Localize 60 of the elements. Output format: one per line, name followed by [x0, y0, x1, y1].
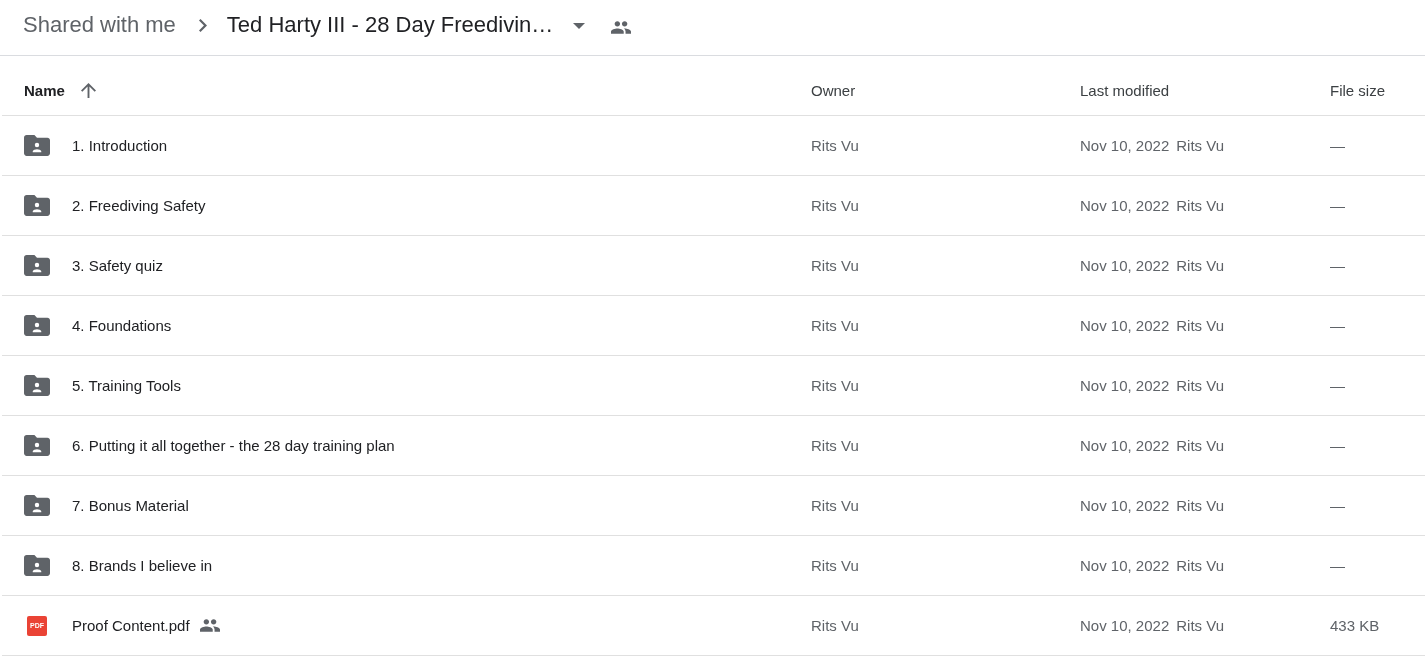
folder-person-icon — [24, 315, 50, 336]
owner-name: Rits Vu — [811, 557, 859, 574]
modifier-name: Rits Vu — [1176, 557, 1225, 574]
folder-person-icon — [24, 495, 50, 516]
file-name[interactable]: 7. Bonus Material — [72, 497, 189, 514]
folder-person-icon — [24, 195, 50, 216]
column-header[interactable]: File size — [1330, 82, 1385, 99]
modifier-name: Rits Vu — [1176, 617, 1225, 634]
modified-date: Nov 10, 2022 — [1080, 377, 1170, 394]
modified-date: Nov 10, 2022 — [1080, 557, 1170, 574]
modified-date: Nov 10, 2022 — [1080, 257, 1170, 274]
folder-person-icon — [24, 135, 50, 156]
file-name[interactable]: 3. Safety quiz — [72, 257, 163, 274]
file-name[interactable]: 4. Foundations — [72, 317, 172, 334]
file-name[interactable]: 8. Brands I believe in — [72, 557, 213, 574]
folder-person-icon — [24, 375, 50, 396]
owner-name: Rits Vu — [811, 497, 859, 514]
file-size: — — [1330, 437, 1345, 454]
file-size: — — [1330, 557, 1345, 574]
modifier-name: Rits Vu — [1176, 437, 1225, 454]
modified-date: Nov 10, 2022 — [1080, 137, 1170, 154]
owner-name: Rits Vu — [811, 257, 859, 274]
file-size: — — [1330, 197, 1345, 214]
file-name[interactable]: Proof Content.pdf — [72, 617, 190, 634]
current-folder-button[interactable]: Ted Harty III - 28 Day Freedivin… — [226, 11, 586, 39]
file-size: — — [1330, 137, 1345, 154]
breadcrumb-link[interactable]: Shared with me — [23, 11, 176, 39]
folder-person-icon — [24, 435, 50, 456]
file-name[interactable]: 6. Putting it all together - the 28 day training plan — [72, 437, 395, 454]
chevron-right-icon — [198, 18, 207, 32]
modified-date: Nov 10, 2022 — [1080, 437, 1170, 454]
owner-name: Rits Vu — [811, 317, 859, 334]
folder-person-icon — [24, 555, 50, 576]
file-name[interactable]: 5. Training Tools — [72, 377, 181, 394]
modifier-name: Rits Vu — [1176, 137, 1225, 154]
owner-name: Rits Vu — [811, 137, 859, 154]
owner-name: Rits Vu — [811, 377, 859, 394]
file-size: — — [1330, 317, 1345, 334]
file-name[interactable]: 2. Freediving Safety — [72, 197, 206, 214]
owner-name: Rits Vu — [811, 197, 859, 214]
column-header[interactable]: Owner — [811, 82, 856, 99]
modifier-name: Rits Vu — [1176, 317, 1225, 334]
owner-name: Rits Vu — [811, 437, 859, 454]
modified-date: Nov 10, 2022 — [1080, 617, 1170, 634]
modified-date: Nov 10, 2022 — [1080, 497, 1170, 514]
modifier-name: Rits Vu — [1176, 257, 1225, 274]
modified-date: Nov 10, 2022 — [1080, 317, 1170, 334]
column-header[interactable]: Last modified — [1080, 82, 1170, 99]
column-header[interactable]: Name — [24, 82, 96, 99]
modifier-name: Rits Vu — [1176, 377, 1225, 394]
file-name[interactable]: 1. Introduction — [72, 137, 168, 154]
file-size: — — [1330, 497, 1345, 514]
modified-date: Nov 10, 2022 — [1080, 197, 1170, 214]
modifier-name: Rits Vu — [1176, 497, 1225, 514]
file-size: — — [1330, 377, 1345, 394]
owner-name: Rits Vu — [811, 617, 859, 634]
modifier-name: Rits Vu — [1176, 197, 1225, 214]
folder-person-icon — [24, 255, 50, 276]
file-size: — — [1330, 257, 1345, 274]
file-size: 433 KB — [1330, 617, 1380, 634]
